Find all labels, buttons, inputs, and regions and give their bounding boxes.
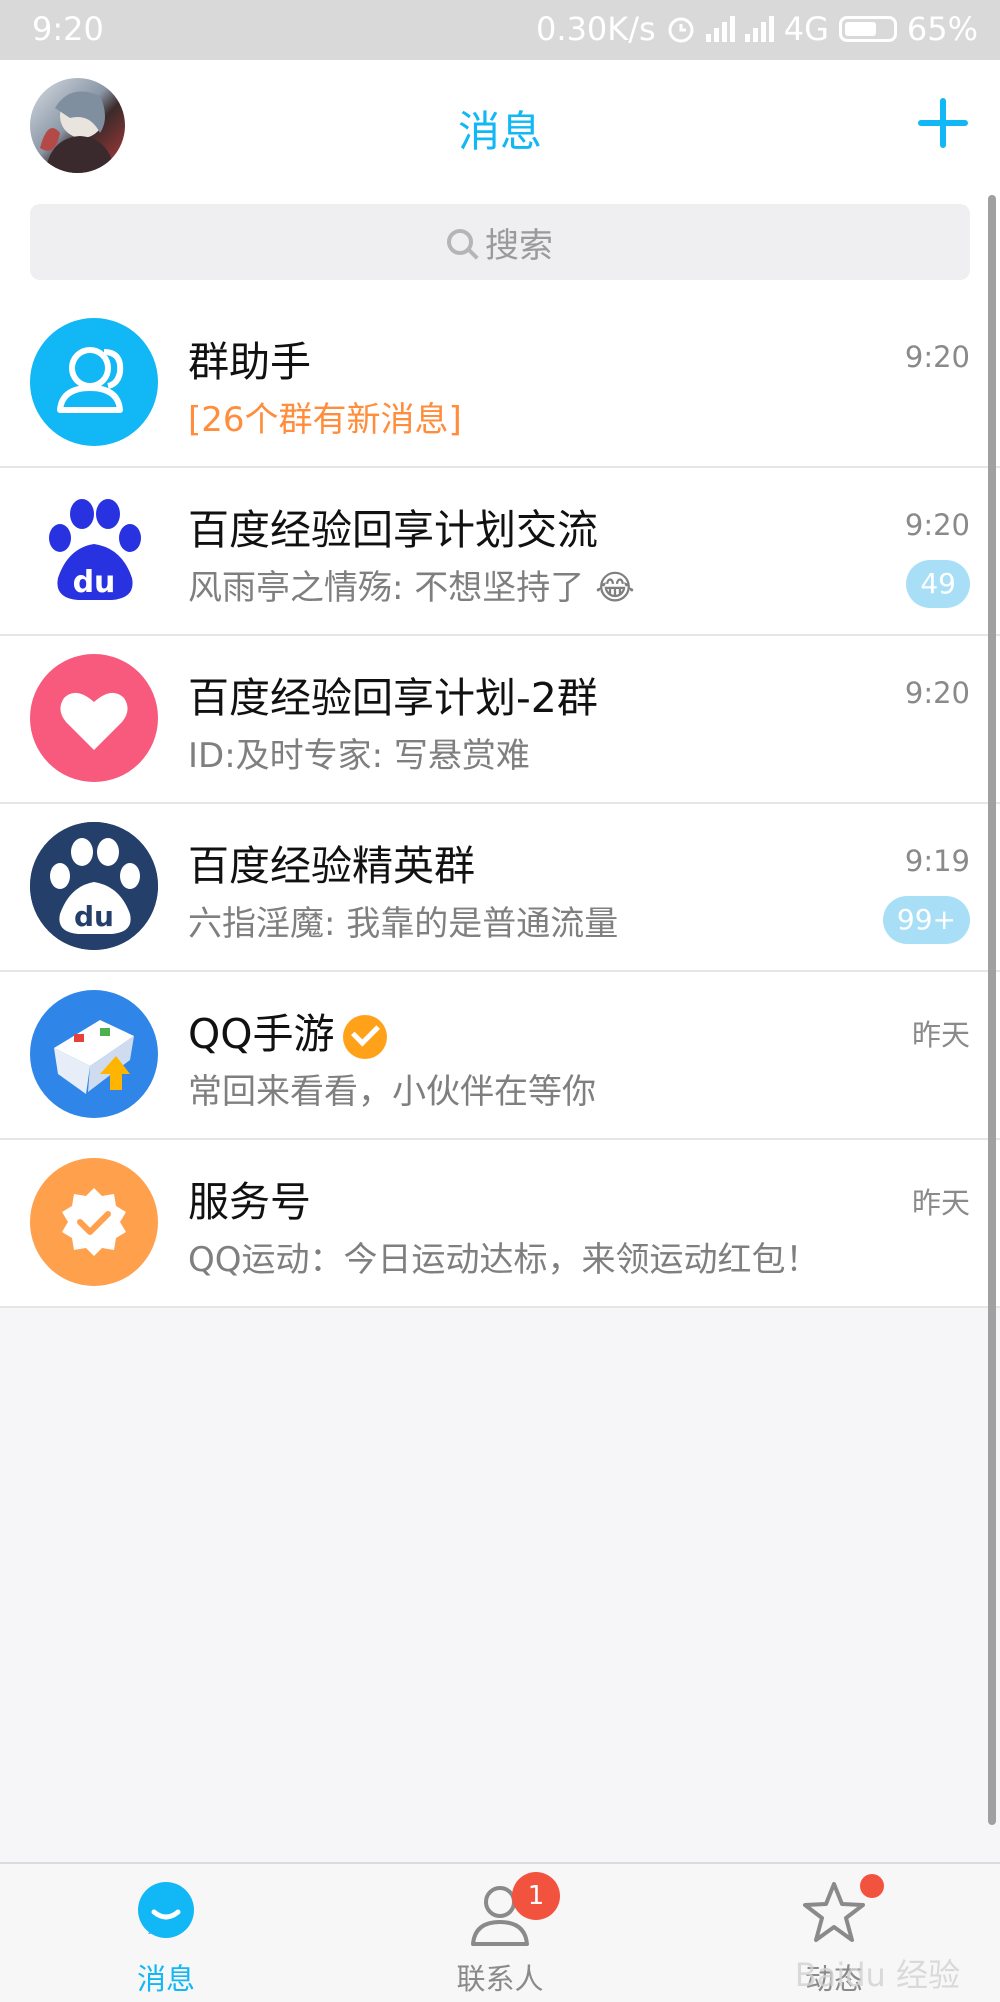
svg-text:du: du — [73, 565, 116, 600]
conversation-item[interactable]: du 百度经验回享计划交流 风雨亭之情殇: 不想坚持了 😂 9:20 49 — [0, 468, 1000, 636]
conversation-message: 风雨亭之情殇: 不想坚持了 😂 — [188, 568, 635, 608]
conversation-item[interactable]: QQ手游 常回来看看，小伙伴在等你 昨天 — [0, 972, 1000, 1140]
qq-game-icon — [30, 990, 158, 1118]
conversation-name: 群助手 — [188, 338, 311, 386]
conversation-item[interactable]: 百度经验回享计划-2群 ID:及时专家: 写悬赏难 9:20 — [0, 636, 1000, 804]
conversation-message: [26个群有新消息] — [188, 400, 462, 440]
battery-percent: 65% — [906, 10, 978, 48]
scrollbar[interactable] — [988, 195, 996, 1825]
network-speed: 0.30K/s — [536, 10, 656, 48]
conversation-list: 群助手 [26个群有新消息] 9:20 du 百度经验回享计划交流 风雨亭之情殇… — [0, 300, 1000, 1308]
conversation-name: QQ手游 — [188, 1000, 387, 1060]
conversation-message: QQ运动：今日运动达标，来领运动红包！ — [188, 1240, 820, 1280]
conversation-item[interactable]: du 百度经验精英群 六指淫魔: 我靠的是普通流量 9:19 99+ — [0, 804, 1000, 972]
bottom-tab-bar: 消息 1 联系人 动态 Baidu 经验 — [0, 1862, 1000, 2002]
baidu-paw-dark-icon: du — [30, 822, 158, 950]
alarm-icon — [668, 17, 694, 43]
conversation-item[interactable]: 服务号 QQ运动：今日运动达标，来领运动红包！ 昨天 — [0, 1140, 1000, 1308]
status-time: 9:20 — [32, 10, 104, 48]
conversation-message: 常回来看看，小伙伴在等你 — [188, 1072, 596, 1112]
svg-text:du: du — [74, 900, 114, 933]
conversation-message: 六指淫魔: 我靠的是普通流量 — [188, 904, 619, 944]
verified-icon — [342, 1015, 387, 1059]
feed-dot — [860, 1874, 884, 1898]
conversation-name: 百度经验回享计划交流 — [188, 506, 598, 554]
conversation-message: ID:及时专家: 写悬赏难 — [188, 736, 530, 776]
status-right: 0.30K/s 4G 65% — [536, 10, 978, 48]
message-bubble-icon — [138, 1882, 194, 1938]
group-helper-icon — [30, 318, 158, 446]
search-area: 搜索 — [0, 190, 1000, 300]
tab-label: 联系人 — [456, 1962, 544, 1996]
tab-contacts[interactable]: 1 联系人 — [400, 1864, 600, 2002]
conversation-item[interactable]: 群助手 [26个群有新消息] 9:20 — [0, 300, 1000, 468]
search-placeholder: 搜索 — [485, 225, 553, 266]
page-title: 消息 — [457, 107, 542, 156]
tab-messages[interactable]: 消息 — [66, 1864, 266, 2002]
conversation-time: 9:20 — [904, 676, 970, 710]
search-icon — [447, 229, 473, 255]
status-bar: 9:20 0.30K/s 4G 65% — [0, 0, 1000, 60]
unread-badge: 99+ — [882, 896, 970, 944]
network-type: 4G — [783, 10, 829, 48]
watermark: Baidu 经验 — [794, 1956, 960, 1994]
conversation-name: 服务号 — [188, 1178, 311, 1226]
conversation-name-text: QQ手游 — [188, 1010, 335, 1058]
tab-label: 消息 — [136, 1962, 195, 1996]
plus-icon[interactable] — [918, 98, 968, 148]
conversation-time: 9:20 — [904, 340, 970, 374]
conversation-time: 9:19 — [904, 844, 970, 878]
top-bar: 消息 — [0, 60, 1000, 190]
heart-icon — [30, 654, 158, 782]
conversation-time: 昨天 — [911, 1186, 970, 1220]
unread-badge: 49 — [906, 560, 970, 608]
service-badge-icon — [30, 1158, 158, 1286]
baidu-paw-icon: du — [30, 486, 158, 614]
conversation-name: 百度经验精英群 — [188, 842, 475, 890]
battery-icon — [838, 16, 897, 42]
conversation-time: 昨天 — [911, 1018, 970, 1052]
contacts-badge: 1 — [512, 1872, 560, 1920]
search-input[interactable]: 搜索 — [30, 204, 970, 280]
signal-icon-2 — [744, 16, 774, 42]
star-icon — [803, 1882, 865, 1942]
conversation-name: 百度经验回享计划-2群 — [188, 674, 598, 722]
conversation-time: 9:20 — [904, 508, 970, 542]
signal-icon — [705, 16, 735, 42]
